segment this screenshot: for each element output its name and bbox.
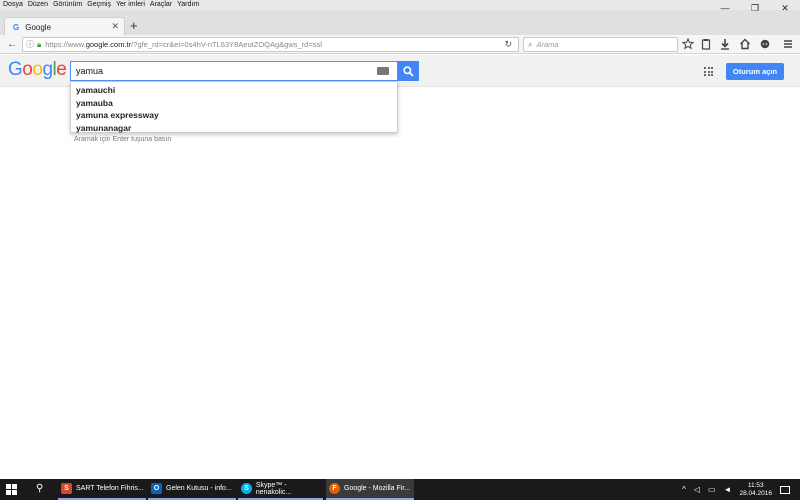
logo-letter: G [8, 59, 23, 80]
taskbar-item-label: SART Telefon Fihris... [76, 485, 144, 492]
tab-strip: G Google ✕ + [0, 10, 800, 36]
google-logo[interactable]: Google [8, 59, 67, 81]
volume-icon[interactable]: ◁ [694, 485, 700, 494]
sart-app-icon: S [61, 483, 72, 494]
tab-google[interactable]: G Google ✕ [4, 17, 125, 36]
url-bar[interactable]: ⓘ 🔒︎ https://www.google.com.tr/?gfe_rd=c… [22, 37, 519, 52]
notification-icon[interactable] [780, 485, 790, 494]
speaker-icon[interactable]: ◄ [724, 485, 732, 494]
logo-letter: o [32, 59, 43, 80]
chat-icon[interactable] [759, 37, 771, 51]
search-bar[interactable]: ⌕ Arama [523, 37, 678, 52]
logo-letter: e [56, 59, 67, 80]
close-window-button[interactable]: ✕ [770, 0, 800, 16]
tab-close-icon[interactable]: ✕ [111, 21, 119, 32]
menu-gecmis[interactable]: Geçmiş [84, 0, 113, 10]
taskbar-item-label: Gelen Kutusu - info... [166, 485, 232, 492]
clock-time: 11:53 [747, 481, 764, 489]
suggestion-item[interactable]: yamauchi [71, 84, 397, 97]
magnifier-icon [403, 65, 414, 77]
tab-title: Google [25, 22, 52, 32]
taskbar-item-firefox[interactable]: F Google - Mozilla Fir... [326, 479, 414, 500]
clock-date: 28.04.2016 [739, 489, 772, 497]
clock[interactable]: 11:53 28.04.2016 [739, 482, 772, 498]
menu-gorunum[interactable]: Görünüm [50, 0, 84, 10]
suggestion-item[interactable]: yamauba [71, 97, 397, 110]
star-icon[interactable] [682, 37, 694, 51]
minimize-button[interactable]: — [710, 0, 740, 16]
menu-duzen[interactable]: Düzen [25, 0, 50, 10]
taskbar-item-label: Google - Mozilla Fir... [344, 485, 411, 492]
clipboard-icon[interactable] [700, 37, 712, 51]
search-button[interactable] [398, 61, 419, 81]
network-icon[interactable]: ▭ [708, 485, 716, 494]
suggestion-item[interactable]: yamuna expressway [71, 109, 397, 122]
url-text: https://www.google.com.tr/?gfe_rd=cr&ei=… [45, 40, 322, 49]
taskbar-item-label: Skype™ - nenakolic... [255, 481, 292, 496]
home-icon[interactable] [739, 37, 751, 51]
info-icon[interactable]: ⓘ [26, 39, 34, 50]
taskbar-search-icon[interactable]: ⚲ [36, 483, 43, 494]
logo-letter: g [42, 59, 53, 80]
new-tab-button[interactable]: + [130, 19, 138, 33]
nav-bar: ← ⓘ 🔒︎ https://www.google.com.tr/?gfe_rd… [0, 35, 800, 54]
taskbar-item-outlook[interactable]: O Gelen Kutusu - info... [148, 479, 236, 500]
system-tray: ^ ◁ ▭ ◄ 11:53 28.04.2016 [678, 479, 800, 500]
menu-bar: Dosya Düzen Görünüm Geçmiş Yer imleri Ar… [0, 0, 800, 10]
logo-letter: o [22, 59, 33, 80]
hamburger-menu-icon[interactable] [782, 37, 794, 51]
taskbar: ⚲ S SART Telefon Fihris... O Gelen Kutus… [0, 479, 800, 500]
skype-icon: S [241, 483, 252, 494]
suggestion-list: yamauchi yamauba yamuna expressway yamun… [70, 81, 398, 133]
windows-start-icon[interactable] [6, 484, 17, 495]
menu-araclar[interactable]: Araçlar [147, 0, 174, 10]
sign-in-button[interactable]: Oturum açın [726, 63, 784, 80]
search-query-input[interactable]: yamua [70, 61, 398, 81]
menu-yardim[interactable]: Yardım [174, 0, 201, 10]
menu-dosya[interactable]: Dosya [0, 0, 25, 10]
back-button[interactable]: ← [5, 37, 19, 51]
google-favicon-icon: G [13, 22, 20, 32]
menu-yer-imleri[interactable]: Yer imleri [113, 0, 147, 10]
apps-grid-icon[interactable] [704, 67, 713, 76]
download-icon[interactable] [719, 37, 731, 51]
suggestion-item[interactable]: yamunanagar [71, 122, 397, 135]
taskbar-item-skype[interactable]: S Skype™ - nenakolic... [238, 479, 323, 500]
reload-button[interactable]: ↻ [504, 39, 512, 50]
lock-icon: 🔒︎ [37, 39, 42, 49]
search-placeholder: Arama [536, 40, 559, 49]
keyboard-icon[interactable] [377, 67, 389, 75]
chevron-up-icon[interactable]: ^ [682, 485, 686, 494]
firefox-icon: F [329, 483, 340, 494]
taskbar-item-sart[interactable]: S SART Telefon Fihris... [58, 479, 146, 500]
restore-button[interactable]: ❐ [740, 0, 770, 16]
search-icon: ⌕ [528, 39, 533, 49]
window-controls: — ❐ ✕ [710, 0, 800, 16]
enter-hint: Aramak için Enter tuşuna basın [74, 136, 172, 143]
outlook-icon: O [151, 483, 162, 494]
query-text: yamua [76, 66, 104, 76]
